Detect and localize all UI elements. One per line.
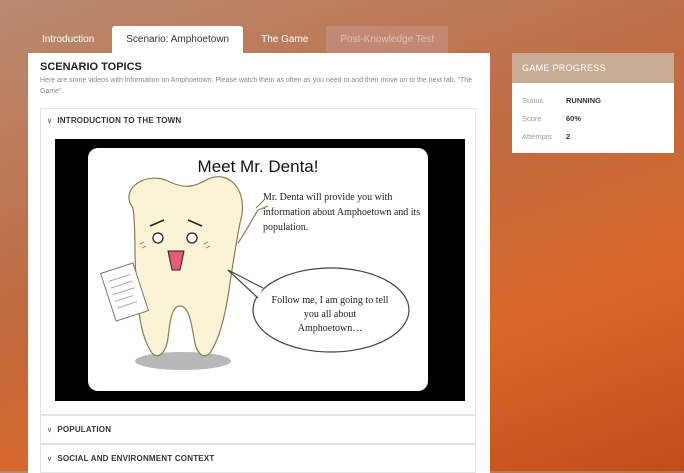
game-progress-panel: GAME PROGRESS Status RUNNING Score 60% Att… xyxy=(512,53,674,153)
video-player[interactable]: Meet Mr. Denta! Mr. Denta will provide y… xyxy=(55,139,465,401)
tab-post-knowledge-test[interactable]: Post-Knowledge Test xyxy=(326,26,449,53)
tab-bar: Introduction Scenario: Amphoetown The Ga… xyxy=(28,26,452,53)
tab-introduction[interactable]: Introduction xyxy=(28,26,108,53)
attempts-value: 2 xyxy=(566,132,571,141)
section-header-population[interactable]: ∨ POPULATION xyxy=(41,416,475,444)
status-value: RUNNING xyxy=(566,96,601,105)
section-social-and-environment-context: ∨ SOCIAL AND ENVIRONMENT CONTEXT xyxy=(40,444,476,473)
tab-scenario-amphoetown[interactable]: Scenario: Amphoetown xyxy=(112,26,244,53)
score-row: Score 60% xyxy=(522,114,581,123)
slide-title: Meet Mr. Denta! xyxy=(197,157,319,176)
chevron-down-icon: ∨ xyxy=(47,427,53,434)
video-slide: Meet Mr. Denta! Mr. Denta will provide y… xyxy=(88,148,428,391)
chevron-down-icon: ∨ xyxy=(47,456,53,463)
section-population: ∨ POPULATION xyxy=(40,415,476,444)
section-label: POPULATION xyxy=(57,425,112,434)
score-value: 60% xyxy=(566,114,582,123)
scenario-topics-panel: SCENARIO TOPICS Here are some videos wit… xyxy=(28,53,490,473)
page-title: SCENARIO TOPICS xyxy=(40,61,142,73)
attempts-row: Attempts 2 xyxy=(522,132,570,141)
chevron-down-icon: ∨ xyxy=(47,118,53,125)
section-header-social-environment[interactable]: ∨ SOCIAL AND ENVIRONMENT CONTEXT xyxy=(41,445,475,473)
section-introduction-to-the-town: ∨ INTRODUCTION TO THE TOWN Meet Mr. Dent… xyxy=(40,108,476,415)
status-row: Status RUNNING xyxy=(522,96,601,105)
status-label: Status xyxy=(522,96,544,105)
page-description: Here are some videos with information on… xyxy=(40,77,473,95)
slide-text: Mr. Denta will provide you with informat… xyxy=(263,192,421,233)
section-label: INTRODUCTION TO THE TOWN xyxy=(57,116,182,125)
speech-bubble-text: Follow me, I am going to tell you all ab… xyxy=(271,295,389,334)
tab-the-game[interactable]: The Game xyxy=(247,26,322,53)
attempts-label: Attempts xyxy=(522,132,552,141)
section-header-introduction[interactable]: ∨ INTRODUCTION TO THE TOWN xyxy=(41,109,475,133)
score-label: Score xyxy=(522,114,542,123)
tooth-mascot-illustration xyxy=(100,176,410,370)
game-progress-title: GAME PROGRESS xyxy=(512,53,674,83)
section-label: SOCIAL AND ENVIRONMENT CONTEXT xyxy=(57,454,215,463)
